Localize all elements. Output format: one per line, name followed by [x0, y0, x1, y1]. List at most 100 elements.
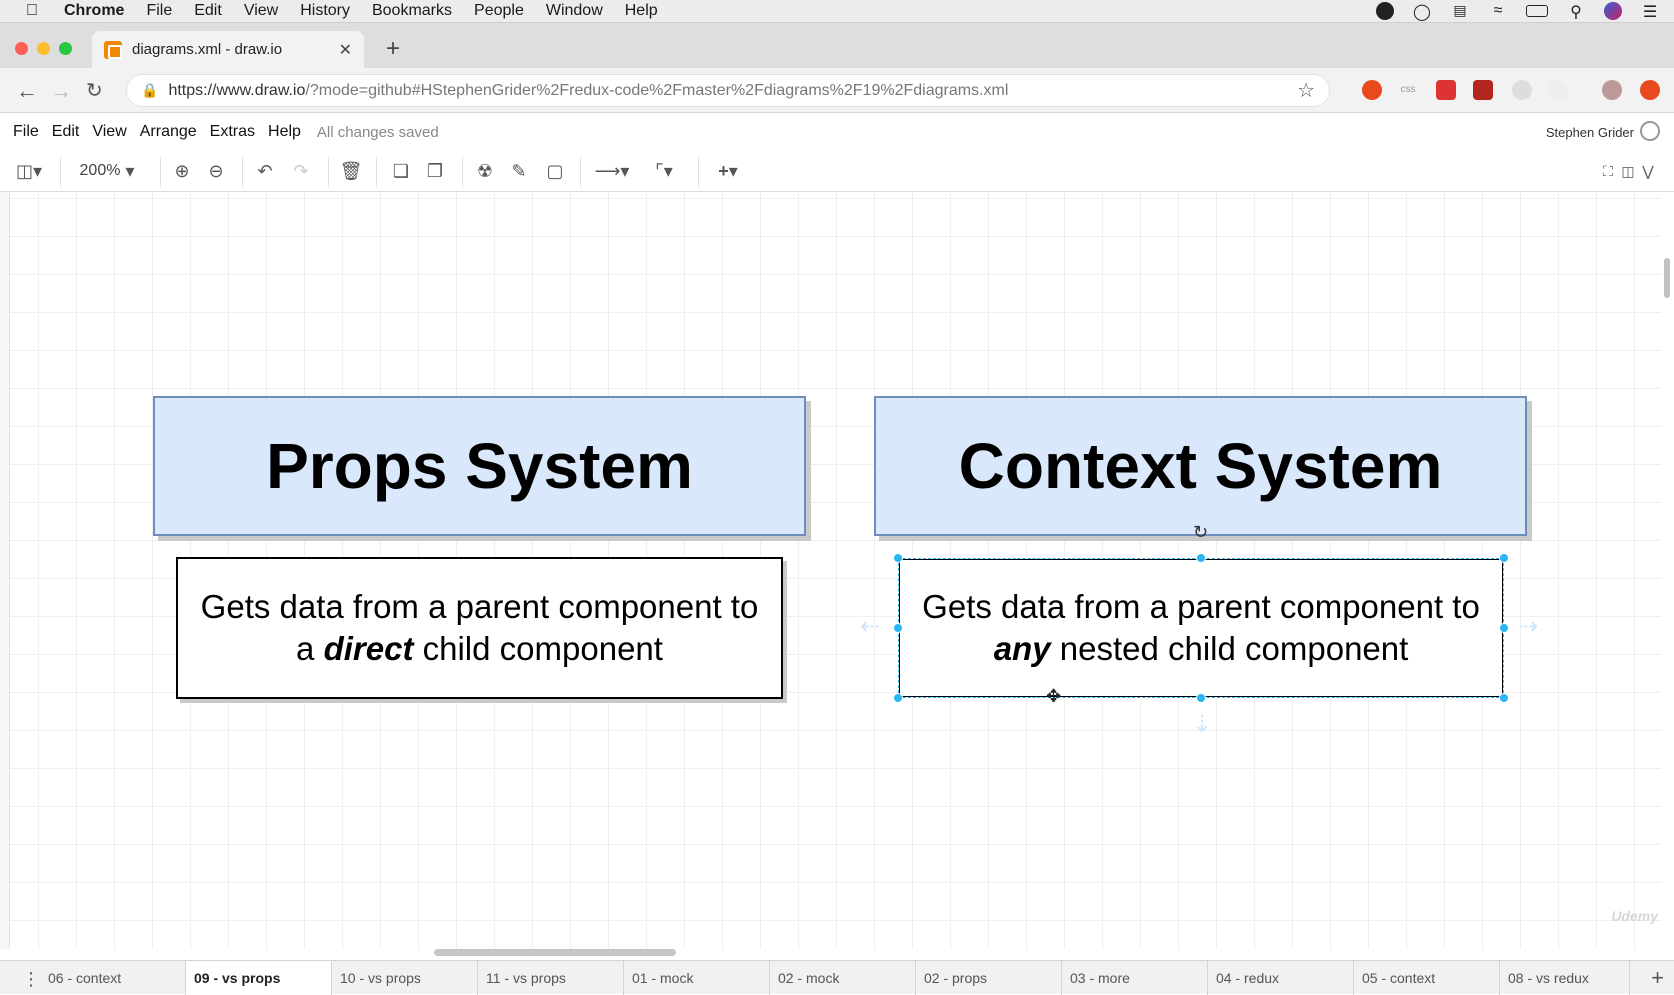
- clone-left-arrow-icon[interactable]: ⇠: [860, 612, 880, 641]
- connection-icon[interactable]: ⟶▾: [592, 160, 632, 182]
- zoom-select[interactable]: 200% ▾: [72, 160, 142, 182]
- vertical-scrollbar[interactable]: [1664, 258, 1670, 298]
- mac-menu-app[interactable]: Chrome: [64, 2, 124, 20]
- rotate-handle-icon[interactable]: ↻: [1193, 522, 1208, 543]
- reload-icon[interactable]: ↻: [86, 78, 103, 103]
- back-icon[interactable]: ←: [16, 78, 38, 104]
- format-panel-toggle-icon[interactable]: ◫▾: [10, 160, 48, 182]
- fullscreen-icon[interactable]: ⛶: [1598, 160, 1618, 182]
- extension-light-icon[interactable]: [1548, 80, 1568, 100]
- to-front-icon[interactable]: ❏: [388, 160, 414, 182]
- insert-icon[interactable]: +▾: [708, 160, 748, 182]
- shadow-icon[interactable]: ▢: [542, 160, 568, 182]
- pages-menu-icon[interactable]: ⋮: [22, 969, 40, 990]
- shield-extension-icon[interactable]: [1473, 80, 1493, 100]
- zoom-out-icon[interactable]: ⊖: [204, 160, 228, 182]
- language-globe-icon[interactable]: [1640, 121, 1660, 141]
- props-system-description[interactable]: Gets data from a parent component to a d…: [176, 557, 783, 699]
- wifi-icon[interactable]: ≈: [1488, 2, 1508, 20]
- maximize-window-button[interactable]: [59, 42, 72, 55]
- add-page-button[interactable]: +: [1651, 965, 1664, 991]
- glasses-icon[interactable]: ◯: [1412, 2, 1432, 21]
- resize-handle-ne[interactable]: [1499, 553, 1509, 563]
- resize-handle-n[interactable]: [1196, 553, 1206, 563]
- menu-arrange[interactable]: Arrange: [140, 123, 197, 141]
- creative-cloud-icon[interactable]: [1376, 2, 1394, 20]
- page-tab[interactable]: 11 - vs props: [478, 961, 624, 995]
- ublock-extension-icon[interactable]: [1362, 80, 1382, 100]
- page-tab[interactable]: 05 - context: [1354, 961, 1500, 995]
- page-tab[interactable]: 02 - mock: [770, 961, 916, 995]
- apple-icon[interactable]: : [26, 2, 44, 20]
- browser-tab[interactable]: diagrams.xml - draw.io ✕: [92, 31, 364, 68]
- mac-menu-view[interactable]: View: [244, 2, 278, 20]
- menu-view[interactable]: View: [92, 123, 126, 141]
- fill-color-icon[interactable]: ☢: [472, 160, 498, 182]
- extension-grey-icon[interactable]: [1512, 80, 1532, 100]
- format-panel-icon[interactable]: ◫: [1618, 160, 1638, 182]
- mac-menu-edit[interactable]: Edit: [194, 2, 222, 20]
- undo-icon[interactable]: ↶: [252, 160, 278, 182]
- toolbar-divider: [580, 157, 581, 187]
- notification-center-icon[interactable]: ☰: [1640, 2, 1660, 21]
- mac-menu-people[interactable]: People: [474, 2, 524, 20]
- close-window-button[interactable]: [15, 42, 28, 55]
- to-back-icon[interactable]: ❐: [422, 160, 448, 182]
- left-gutter[interactable]: [0, 192, 10, 949]
- tab-close-icon[interactable]: ✕: [339, 40, 352, 60]
- docker-icon[interactable]: ▤: [1450, 2, 1470, 20]
- page-tab[interactable]: 01 - mock: [624, 961, 770, 995]
- zoom-in-icon[interactable]: ⊕: [170, 160, 194, 182]
- resize-handle-nw[interactable]: [893, 553, 903, 563]
- address-bar[interactable]: 🔒 https://www.draw.io/?mode=github#HStep…: [126, 74, 1330, 107]
- collapse-icon[interactable]: ⋁: [1638, 160, 1658, 182]
- url-text: https://www.draw.io/?mode=github#HStephe…: [168, 82, 1008, 100]
- page-tab[interactable]: 03 - more: [1062, 961, 1208, 995]
- page-tab[interactable]: 10 - vs props: [332, 961, 478, 995]
- siri-icon[interactable]: [1604, 2, 1622, 20]
- mac-menu-history[interactable]: History: [300, 2, 350, 20]
- delete-icon[interactable]: 🗑: [338, 160, 364, 182]
- clone-right-arrow-icon[interactable]: ⇢: [1518, 612, 1538, 641]
- horizontal-scrollbar[interactable]: [434, 949, 676, 956]
- search-icon[interactable]: ⚲: [1566, 2, 1586, 21]
- line-color-icon[interactable]: ✎: [506, 160, 532, 182]
- resize-handle-w[interactable]: [893, 623, 903, 633]
- page-tab-active[interactable]: 09 - vs props: [186, 961, 332, 995]
- context-desc-emphasis: any: [993, 630, 1051, 667]
- mac-menu-bookmarks[interactable]: Bookmarks: [372, 2, 452, 20]
- diagram-canvas[interactable]: Props System Context System Gets data fr…: [10, 192, 1661, 949]
- mac-menu-file[interactable]: File: [146, 2, 172, 20]
- resize-handle-se[interactable]: [1499, 693, 1509, 703]
- waypoints-icon[interactable]: ⌜▾: [644, 160, 684, 182]
- redo-icon[interactable]: ↷: [288, 160, 314, 182]
- page-tab[interactable]: 08 - vs redux: [1500, 961, 1630, 995]
- resize-handle-e[interactable]: [1499, 623, 1509, 633]
- battery-icon[interactable]: [1526, 5, 1548, 17]
- css-extension-icon[interactable]: css: [1398, 80, 1418, 100]
- profile-avatar[interactable]: [1602, 80, 1622, 100]
- resize-handle-s[interactable]: [1196, 693, 1206, 703]
- new-tab-button[interactable]: +: [386, 35, 400, 63]
- mac-menu-bar:  Chrome File Edit View History Bookmark…: [0, 0, 1674, 23]
- props-system-header[interactable]: Props System: [153, 396, 806, 536]
- extension-red-icon[interactable]: [1436, 80, 1456, 100]
- update-icon[interactable]: [1640, 80, 1660, 100]
- bookmark-star-icon[interactable]: ☆: [1297, 78, 1315, 103]
- context-system-description[interactable]: Gets data from a parent component to any…: [898, 558, 1504, 698]
- resize-handle-sw[interactable]: [893, 693, 903, 703]
- forward-icon[interactable]: →: [50, 78, 72, 104]
- menu-extras[interactable]: Extras: [210, 123, 255, 141]
- menu-help[interactable]: Help: [268, 123, 301, 141]
- page-tab[interactable]: 02 - props: [916, 961, 1062, 995]
- clone-down-arrow-icon[interactable]: ⇣: [1192, 710, 1212, 739]
- page-tab[interactable]: 06 - context: [40, 961, 186, 995]
- menu-file[interactable]: File: [13, 123, 39, 141]
- mac-menu-window[interactable]: Window: [546, 2, 603, 20]
- page-tab[interactable]: 04 - redux: [1208, 961, 1354, 995]
- menu-edit[interactable]: Edit: [52, 123, 80, 141]
- user-name[interactable]: Stephen Grider: [1546, 125, 1634, 140]
- context-system-header[interactable]: Context System: [874, 396, 1527, 536]
- minimize-window-button[interactable]: [37, 42, 50, 55]
- mac-menu-help[interactable]: Help: [625, 2, 658, 20]
